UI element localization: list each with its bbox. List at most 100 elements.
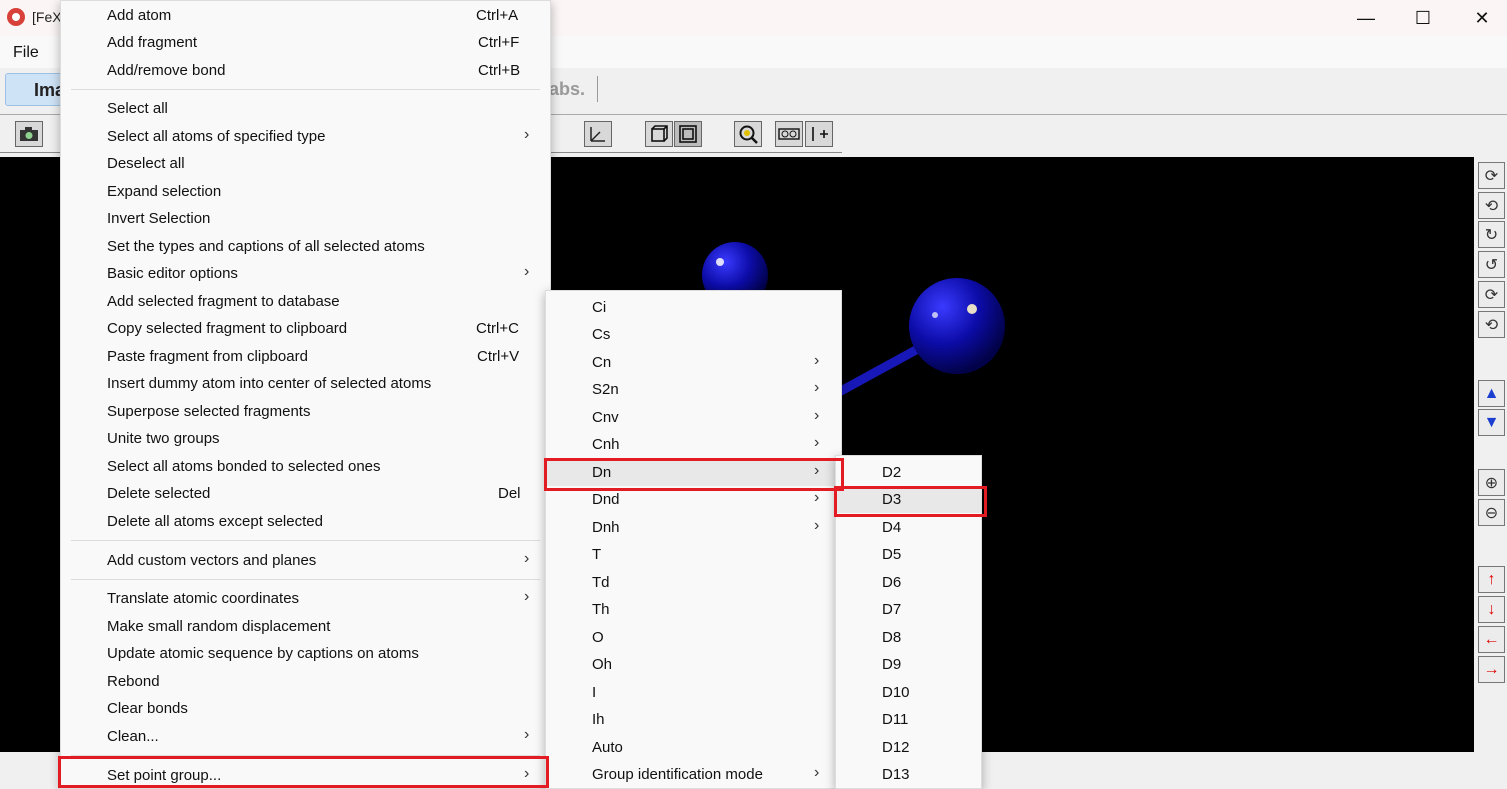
menu-item-ih[interactable]: Ih: [546, 706, 841, 733]
menu-item-i[interactable]: I: [546, 679, 841, 706]
menu-item-dnh[interactable]: Dnh ›: [546, 514, 841, 541]
menu-item-add-remove-bond[interactable]: Add/remove bond Ctrl+B: [61, 57, 550, 84]
move-forward-icon[interactable]: ▲: [1478, 380, 1505, 407]
app-logo-icon: [7, 8, 25, 26]
menu-item-d12[interactable]: D12: [836, 734, 981, 761]
menu-item-set-types-captions[interactable]: Set the types and captions of all select…: [61, 233, 550, 260]
chevron-right-icon: ›: [524, 726, 530, 743]
zoom-out-icon[interactable]: ⊖: [1478, 499, 1505, 526]
menu-item-cn[interactable]: Cn ›: [546, 349, 841, 376]
menu-item-d11[interactable]: D11: [836, 706, 981, 733]
pan-right-icon[interactable]: →: [1478, 656, 1505, 683]
box-selected-icon[interactable]: [674, 121, 702, 147]
menu-item-cnv[interactable]: Cnv ›: [546, 404, 841, 431]
menu-item-d10[interactable]: D10: [836, 679, 981, 706]
atom-highlight: [932, 312, 938, 318]
menu-item-group-identification-mode[interactable]: Group identification mode ›: [546, 761, 841, 788]
menu-item-d2[interactable]: D2: [836, 459, 981, 486]
maximize-button[interactable]: ☐: [1393, 0, 1453, 36]
rotate-z-cw-icon[interactable]: ⟳: [1478, 281, 1505, 308]
stereo-icon[interactable]: [775, 121, 803, 147]
pan-up-icon[interactable]: ↑: [1478, 566, 1505, 593]
menu-item-cs[interactable]: Cs: [546, 321, 841, 348]
menu-item-d6[interactable]: D6: [836, 569, 981, 596]
pan-left-icon[interactable]: ←: [1478, 626, 1505, 653]
pan-down-icon[interactable]: ↓: [1478, 596, 1505, 623]
menu-item-clean[interactable]: Clean... ›: [61, 723, 550, 750]
menu-item-expand-selection[interactable]: Expand selection: [61, 178, 550, 205]
rotate-x-ccw-icon[interactable]: ⟲: [1478, 192, 1505, 219]
chevron-right-icon: ›: [524, 263, 530, 280]
menu-item-unite-two-groups[interactable]: Unite two groups: [61, 425, 550, 452]
dn-submenu: D2 D3 D4 D5 D6 D7 D8 D9 D10 D11 D12 D13: [835, 455, 982, 789]
rotate-y-cw-icon[interactable]: ↻: [1478, 221, 1505, 248]
chevron-right-icon: ›: [814, 462, 820, 479]
menu-item-clear-bonds[interactable]: Clear bonds: [61, 695, 550, 722]
chevron-right-icon: ›: [814, 517, 820, 534]
menu-item-d5[interactable]: D5: [836, 541, 981, 568]
menu-item-cnh[interactable]: Cnh ›: [546, 431, 841, 458]
box-icon[interactable]: [645, 121, 673, 147]
menu-item-add-fragment-to-database[interactable]: Add selected fragment to database: [61, 288, 550, 315]
chevron-right-icon: ›: [814, 352, 820, 369]
zoom-target-icon[interactable]: [734, 121, 762, 147]
close-button[interactable]: ✕: [1452, 0, 1507, 36]
chevron-right-icon: ›: [524, 550, 530, 567]
menu-item-th[interactable]: Th: [546, 596, 841, 623]
menu-item-deselect-all[interactable]: Deselect all: [61, 150, 550, 177]
atom[interactable]: [909, 278, 1005, 374]
menu-item-td[interactable]: Td: [546, 569, 841, 596]
menu-item-dn[interactable]: Dn ›: [546, 459, 841, 486]
menu-separator: [71, 579, 540, 580]
menu-item-select-bonded-atoms[interactable]: Select all atoms bonded to selected ones: [61, 453, 550, 480]
menu-item-s2n[interactable]: S2n ›: [546, 376, 841, 403]
rotate-x-cw-icon[interactable]: ⟳: [1478, 162, 1505, 189]
menu-item-d3[interactable]: D3: [836, 486, 981, 513]
menu-item-rebond[interactable]: Rebond: [61, 668, 550, 695]
menu-item-d8[interactable]: D8: [836, 624, 981, 651]
menu-item-add-fragment[interactable]: Add fragment Ctrl+F: [61, 29, 550, 56]
menu-item-auto[interactable]: Auto: [546, 734, 841, 761]
menu-item-basic-editor-options[interactable]: Basic editor options ›: [61, 260, 550, 287]
menu-item-paste-fragment[interactable]: Paste fragment from clipboard Ctrl+V: [61, 343, 550, 370]
camera-icon[interactable]: [15, 121, 43, 147]
menu-item-update-atomic-sequence[interactable]: Update atomic sequence by captions on at…: [61, 640, 550, 667]
window-title: [FeX: [32, 9, 62, 25]
move-backward-icon[interactable]: ▼: [1478, 409, 1505, 436]
chevron-right-icon: ›: [814, 434, 820, 451]
rotate-y-ccw-icon[interactable]: ↺: [1478, 251, 1505, 278]
minimize-button[interactable]: —: [1336, 0, 1396, 36]
rotate-z-ccw-icon[interactable]: ⟲: [1478, 311, 1505, 338]
menu-item-delete-selected[interactable]: Delete selected Del: [61, 480, 550, 507]
axes-icon[interactable]: [584, 121, 612, 147]
menu-item-o[interactable]: O: [546, 624, 841, 651]
menu-item-set-point-group[interactable]: Set point group... ›: [61, 762, 550, 789]
menu-item-add-custom-vectors[interactable]: Add custom vectors and planes ›: [61, 547, 550, 574]
menu-file[interactable]: File: [13, 44, 39, 62]
zoom-in-icon[interactable]: ⊕: [1478, 469, 1505, 496]
menu-item-t[interactable]: T: [546, 541, 841, 568]
menu-item-insert-dummy-atom[interactable]: Insert dummy atom into center of selecte…: [61, 370, 550, 397]
menu-item-d7[interactable]: D7: [836, 596, 981, 623]
menu-item-oh[interactable]: Oh: [546, 651, 841, 678]
menu-item-select-all[interactable]: Select all: [61, 95, 550, 122]
side-toolbar: ⟳ ⟲ ↻ ↺ ⟳ ⟲ ▲ ▼ ⊕ ⊖ ↑ ↓ ← →: [1474, 157, 1507, 752]
menu-item-d9[interactable]: D9: [836, 651, 981, 678]
menu-item-add-atom[interactable]: Add atom Ctrl+A: [61, 2, 550, 29]
menu-item-select-atoms-of-type[interactable]: Select all atoms of specified type ›: [61, 123, 550, 150]
menu-item-dnd[interactable]: Dnd ›: [546, 486, 841, 513]
menu-item-d13[interactable]: D13: [836, 761, 981, 788]
menu-item-translate-coordinates[interactable]: Translate atomic coordinates ›: [61, 585, 550, 612]
menu-item-d4[interactable]: D4: [836, 514, 981, 541]
menu-item-invert-selection[interactable]: Invert Selection: [61, 205, 550, 232]
add-axis-icon[interactable]: [805, 121, 833, 147]
menu-item-ci[interactable]: Ci: [546, 294, 841, 321]
menu-item-random-displacement[interactable]: Make small random displacement: [61, 613, 550, 640]
point-group-submenu: Ci Cs Cn › S2n › Cnv › Cnh › Dn › Dnd › Dnh › T…: [545, 290, 842, 789]
chevron-right-icon: ›: [814, 407, 820, 424]
tab-abs[interactable]: abs.: [549, 79, 585, 100]
menu-item-superpose-fragments[interactable]: Superpose selected fragments: [61, 398, 550, 425]
menu-item-delete-all-except-selected[interactable]: Delete all atoms except selected: [61, 508, 550, 535]
context-menu: Add atom Ctrl+A Add fragment Ctrl+F Add/…: [60, 0, 551, 789]
menu-item-copy-fragment[interactable]: Copy selected fragment to clipboard Ctrl…: [61, 315, 550, 342]
